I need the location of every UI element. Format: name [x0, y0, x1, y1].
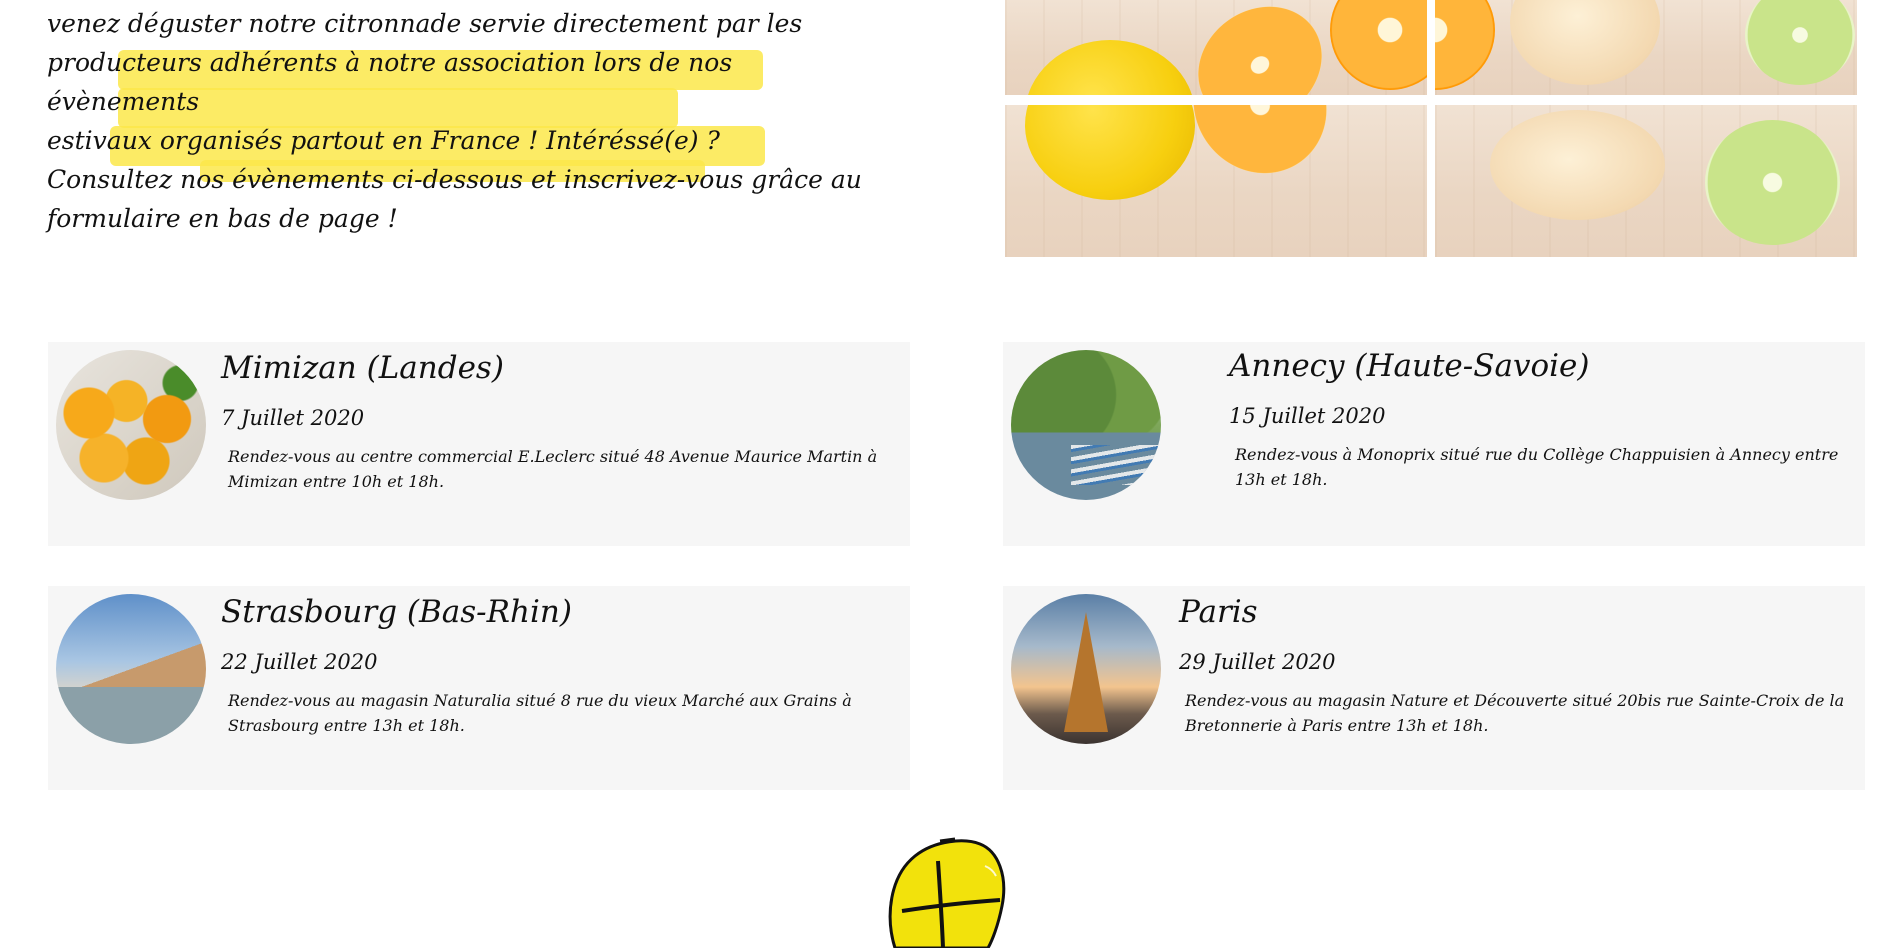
event-description: Rendez-vous à Monoprix situé rue du Coll… — [1235, 445, 1839, 489]
intro-text: venez déguster notre citronnade servie d… — [47, 4, 877, 238]
image-tile — [1435, 0, 1857, 95]
event-title: Mimizan (Landes) — [221, 350, 504, 386]
lemon-logo-icon — [880, 836, 1030, 948]
strasbourg-photo — [56, 594, 206, 744]
event-description: Rendez-vous au centre commercial E.Lecle… — [228, 447, 878, 491]
oranges-photo — [56, 350, 206, 500]
image-tile — [1435, 105, 1857, 257]
event-title: Paris — [1179, 594, 1258, 630]
intro-line: producteurs adhérents à notre associatio… — [47, 48, 733, 116]
eiffel-tower-icon — [1064, 612, 1108, 732]
event-title: Annecy (Haute-Savoie) — [1229, 348, 1590, 384]
event-description: Rendez-vous au magasin Naturalia situé 8… — [228, 691, 852, 735]
intro-line: formulaire en bas de page ! — [47, 204, 398, 233]
event-card: Annecy (Haute-Savoie) 15 Juillet 2020 Re… — [1003, 342, 1865, 546]
event-date: 15 Juillet 2020 — [1229, 404, 1386, 428]
event-card: Mimizan (Landes) 7 Juillet 2020 Rendez-v… — [48, 342, 910, 546]
image-tile — [1005, 105, 1427, 257]
event-card: Strasbourg (Bas-Rhin) 22 Juillet 2020 Re… — [48, 586, 910, 790]
annecy-lake-photo — [1011, 350, 1161, 500]
citrus-fruits-grid-image — [1005, 0, 1857, 257]
intro-line: venez déguster notre citronnade servie d… — [47, 9, 803, 38]
event-date: 29 Juillet 2020 — [1179, 650, 1336, 674]
eiffel-tower-photo — [1011, 594, 1161, 744]
event-title: Strasbourg (Bas-Rhin) — [221, 594, 572, 630]
event-description: Rendez-vous au magasin Nature et Découve… — [1185, 691, 1845, 735]
event-card: Paris 29 Juillet 2020 Rendez-vous au mag… — [1003, 586, 1865, 790]
event-date: 7 Juillet 2020 — [221, 406, 365, 430]
intro-line: estivaux organisés partout en France ! I… — [47, 126, 720, 155]
intro-line: Consultez nos évènements ci-dessous et i… — [47, 165, 862, 194]
boats-graphic — [1071, 445, 1161, 485]
image-tile — [1005, 0, 1427, 95]
event-date: 22 Juillet 2020 — [221, 650, 378, 674]
